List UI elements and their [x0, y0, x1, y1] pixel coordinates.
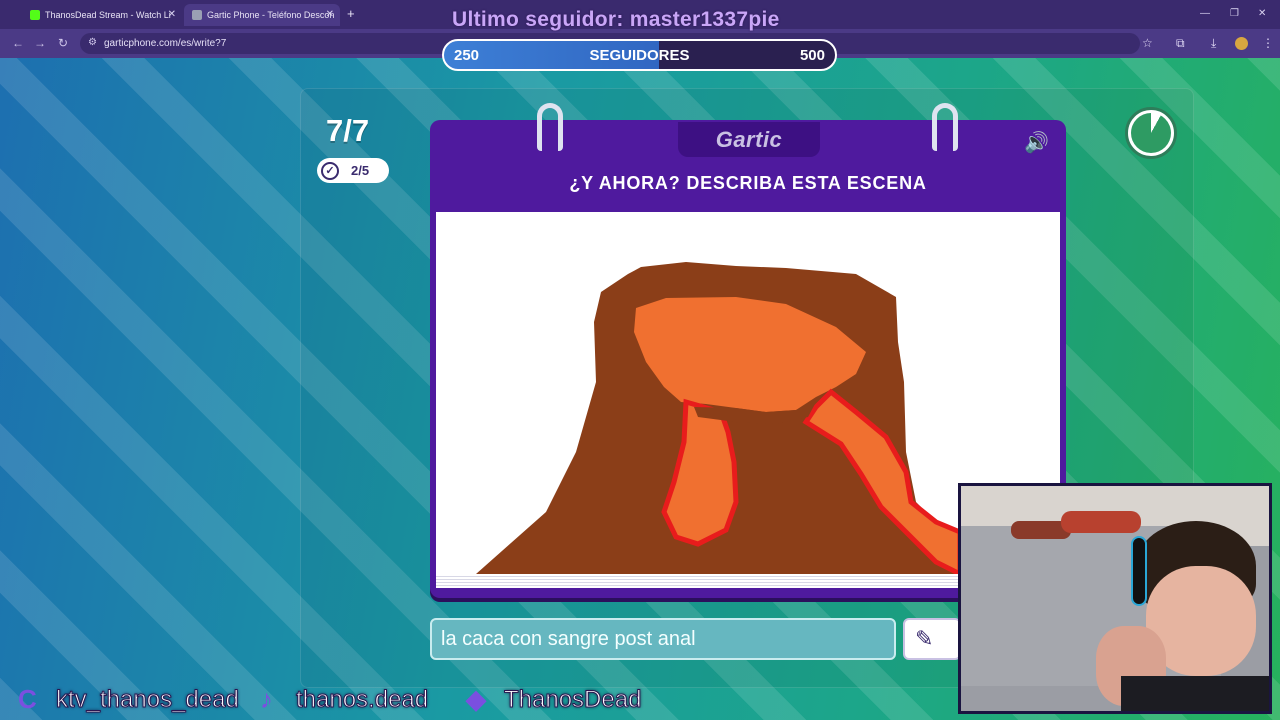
check-icon: ✓	[321, 161, 339, 180]
webcam-streamer-shirt	[1121, 676, 1269, 711]
timer-fill	[1131, 113, 1171, 153]
tab-title: Gartic Phone - Teléfono Descon	[207, 10, 335, 20]
minimize-icon[interactable]: —	[1200, 8, 1210, 19]
tiktok-icon: ♪	[260, 684, 273, 714]
gartic-logo: Gartic	[678, 122, 820, 157]
notebook-ring-left	[537, 103, 563, 151]
players-done-count: 2/5	[351, 163, 370, 178]
site-info-icon[interactable]: ⚙	[88, 37, 97, 48]
kick-icon	[30, 10, 40, 20]
new-tab-icon[interactable]: +	[347, 6, 355, 21]
reload-icon[interactable]: ↻	[58, 36, 68, 50]
webcam-pillow	[1061, 511, 1141, 533]
instruction-text: ¿Y AHORA? DESCRIBA ESTA ESCENA	[569, 173, 927, 193]
url-text: garticphone.com/es/write?7	[104, 38, 227, 49]
menu-icon[interactable]: ⋮	[1262, 36, 1274, 50]
webcam-overlay	[958, 483, 1272, 714]
social-kick: ktv_thanos_dead	[56, 686, 240, 714]
social-twitch: ThanosDead	[503, 686, 642, 714]
round-counter: 7/7	[326, 113, 370, 148]
last-follower-text: Ultimo seguidor: master1337pie	[452, 8, 780, 31]
players-done-badge: ✓ 2/5	[317, 158, 389, 183]
extensions-icon[interactable]: ⧉	[1176, 36, 1185, 51]
bookmark-star-icon[interactable]: ☆	[1142, 36, 1153, 50]
speaker-icon[interactable]: 🔊	[1024, 130, 1049, 155]
twitch-icon: ◆	[466, 684, 486, 714]
close-icon[interactable]: ✕	[168, 9, 176, 20]
goal-label: SEGUIDORES	[589, 47, 690, 64]
gartic-favicon-icon	[192, 10, 202, 20]
close-icon[interactable]: ✕	[326, 9, 334, 20]
notebook-ring-right	[932, 103, 958, 151]
follower-goal-bar: 250 SEGUIDORES 500	[442, 39, 837, 71]
back-icon[interactable]: ←	[12, 36, 24, 50]
forward-icon[interactable]: →	[34, 36, 46, 50]
kick-icon: C	[18, 684, 37, 714]
description-input[interactable]: la caca con sangre post anal	[430, 618, 896, 660]
edit-button[interactable]: ✎	[903, 618, 961, 660]
download-icon[interactable]: ⤓	[1211, 36, 1216, 51]
tab-title: ThanosDead Stream - Watch Li	[45, 10, 171, 20]
tab-stream[interactable]: ThanosDead Stream - Watch Li ✕	[22, 4, 182, 26]
headset-icon	[1131, 536, 1147, 606]
pencil-icon: ✎	[915, 626, 934, 651]
restore-icon[interactable]: ❐	[1230, 8, 1239, 19]
tab-gartic[interactable]: Gartic Phone - Teléfono Descon ✕	[184, 4, 340, 26]
social-tiktok: thanos.dead	[295, 686, 429, 714]
timer	[1125, 107, 1177, 159]
window-close-icon[interactable]: ✕	[1258, 8, 1266, 19]
profile-avatar[interactable]	[1235, 37, 1248, 50]
